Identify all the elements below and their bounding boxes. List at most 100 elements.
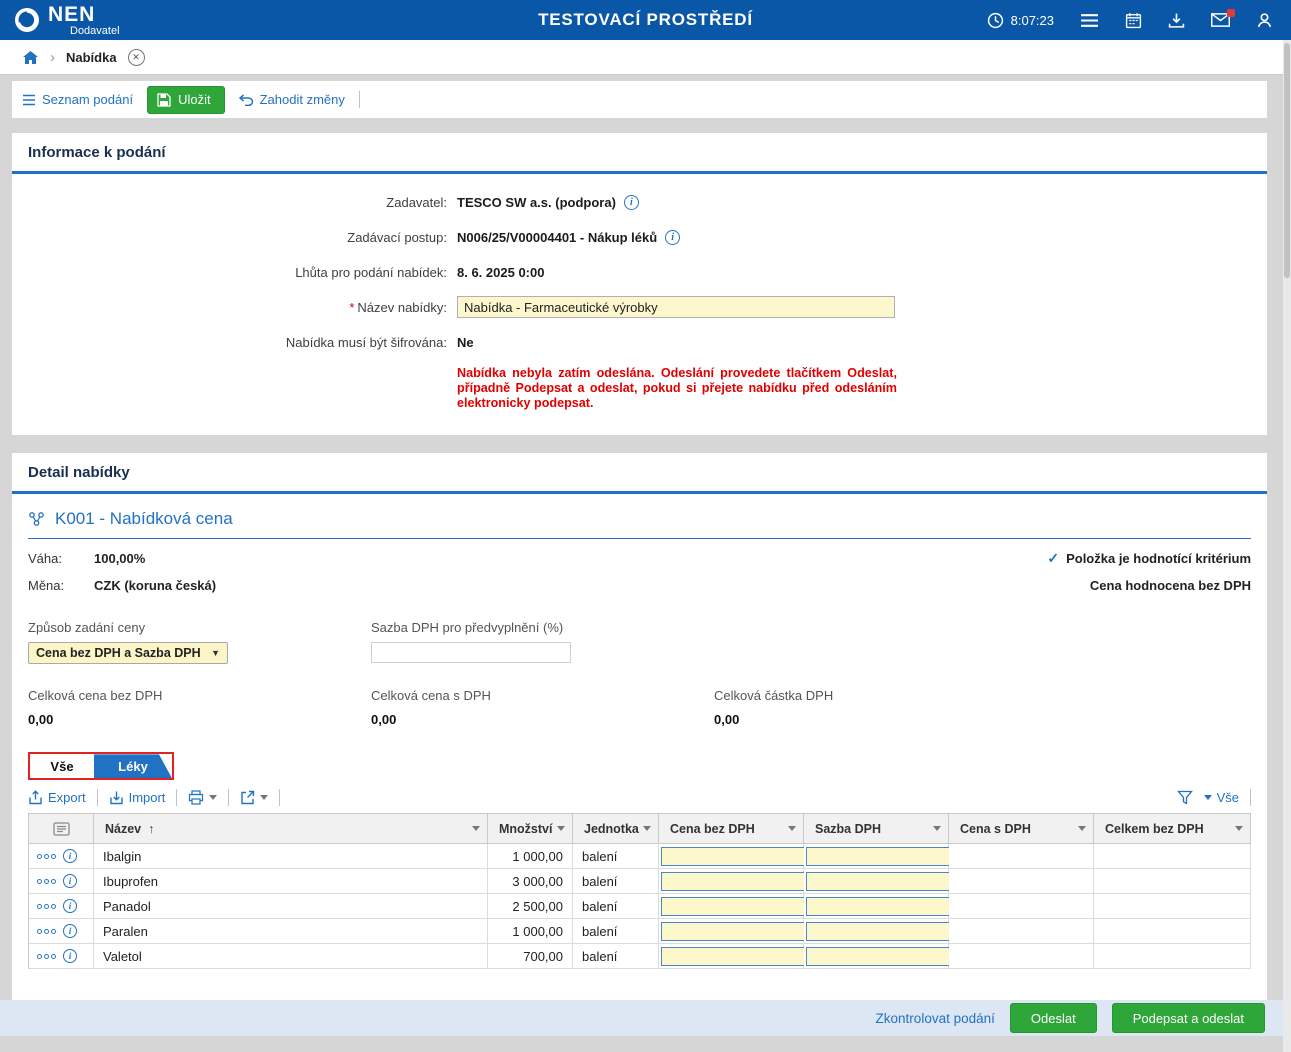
download-icon[interactable] — [1168, 12, 1185, 29]
cell-cena-s-dph — [949, 894, 1094, 919]
import-button[interactable]: Import — [109, 790, 166, 805]
column-header-cena-s-dph[interactable]: Cena s DPH — [949, 814, 1094, 844]
field-value: TESCO SW a.s. (podpora) — [457, 195, 616, 210]
cell-mnozstvi: 1 000,00 — [488, 919, 573, 944]
row-menu-icon[interactable] — [37, 854, 56, 859]
vat-prefill-input[interactable] — [371, 642, 571, 663]
column-header-cena-bez-dph[interactable]: Cena bez DPH — [659, 814, 804, 844]
nen-logo[interactable]: NEN Dodavatel — [14, 4, 120, 37]
undo-icon — [239, 94, 254, 106]
tab-vse[interactable]: Vše — [30, 754, 94, 778]
tab-leky[interactable]: Léky — [94, 754, 172, 778]
column-header-jednotka[interactable]: Jednotka — [573, 814, 659, 844]
row-info-icon[interactable]: i — [63, 899, 77, 913]
column-header-nazev[interactable]: Název ↑ — [94, 814, 488, 844]
info-icon[interactable]: i — [665, 230, 680, 245]
action-toolbar: Seznam podání Uložit Zahodit změny — [12, 81, 1267, 118]
cell-nazev: Ibalgin — [94, 844, 488, 869]
row-menu-icon[interactable] — [37, 879, 56, 884]
divider — [279, 789, 280, 806]
top-bar: NEN Dodavatel TESTOVACÍ PROSTŘEDÍ 8:07:2… — [0, 0, 1291, 40]
divider — [1250, 789, 1251, 806]
criterion-header: K001 - Nabídková cena — [12, 494, 1267, 538]
field-nazev-nabidky: *Název nabídky: — [12, 296, 1267, 318]
column-chooser[interactable] — [29, 814, 94, 844]
field-label: Nabídka musí být šifrována: — [12, 335, 457, 350]
offer-name-input[interactable] — [457, 296, 895, 318]
filter-chevron-icon[interactable] — [933, 826, 941, 831]
print-button[interactable] — [188, 790, 217, 805]
row-tools: i — [29, 919, 94, 944]
info-icon[interactable]: i — [624, 195, 639, 210]
send-button[interactable]: Odeslat — [1010, 1003, 1097, 1033]
save-icon — [157, 93, 171, 107]
check-submission-link[interactable]: Zkontrolovat podání — [876, 1011, 995, 1026]
seznam-podani-button[interactable]: Seznam podání — [22, 92, 133, 107]
chevron-down-icon — [209, 795, 217, 800]
view-filter-dropdown[interactable]: Vše — [1204, 790, 1239, 805]
row-info-icon[interactable]: i — [63, 924, 77, 938]
cell-cena-s-dph — [949, 869, 1094, 894]
cell-jednotka: balení — [573, 894, 659, 919]
share-icon — [240, 790, 255, 805]
filter-chevron-icon[interactable] — [1078, 826, 1086, 831]
footer-action-bar: Zkontrolovat podání Odeslat Podepsat a o… — [0, 1000, 1283, 1036]
column-chooser-icon — [53, 822, 70, 836]
filter-chevron-icon[interactable] — [788, 826, 796, 831]
cell-celkem — [1094, 919, 1251, 944]
brand-name: NEN — [48, 4, 120, 25]
row-info-icon[interactable]: i — [63, 949, 77, 963]
filter-chevron-icon[interactable] — [472, 826, 480, 831]
home-icon[interactable] — [22, 50, 39, 65]
cell-nazev: Valetol — [94, 944, 488, 969]
breadcrumb: › Nabídka ✕ — [0, 40, 1291, 75]
export-button[interactable]: Export — [28, 790, 86, 805]
filter-chevron-icon[interactable] — [1235, 826, 1243, 831]
calendar-icon[interactable] — [1125, 12, 1142, 29]
row-info-icon[interactable]: i — [63, 874, 77, 888]
row-info-icon[interactable]: i — [63, 849, 77, 863]
column-header-mnozstvi[interactable]: Množství — [488, 814, 573, 844]
cell-celkem — [1094, 944, 1251, 969]
not-sent-warning: Nabídka nebyla zatím odeslána. Odeslání … — [457, 366, 897, 411]
criterion-underline — [28, 538, 1251, 539]
sign-and-send-button[interactable]: Podepsat a odeslat — [1112, 1003, 1265, 1033]
filter-button[interactable] — [1177, 790, 1193, 805]
field-zadavaci-postup: Zadávací postup: N006/25/V00004401 - Nák… — [12, 226, 1267, 248]
filter-chevron-icon[interactable] — [557, 826, 565, 831]
cell-cena-s-dph — [949, 919, 1094, 944]
row-menu-icon[interactable] — [37, 929, 56, 934]
nen-logo-icon — [14, 7, 40, 33]
cell-jednotka: balení — [573, 869, 659, 894]
cell-mnozstvi: 3 000,00 — [488, 869, 573, 894]
mail-badge — [1227, 9, 1235, 17]
field-label: *Název nabídky: — [12, 300, 457, 315]
total-vat-amount: Celková částka DPH 0,00 — [714, 688, 1057, 727]
menu-icon[interactable] — [1080, 13, 1099, 28]
mail-icon[interactable] — [1211, 13, 1230, 27]
row-menu-icon[interactable] — [37, 904, 56, 909]
field-label: Zadavatel: — [12, 195, 457, 210]
weight-label: Váha: — [28, 551, 94, 566]
column-header-sazba-dph[interactable]: Sazba DPH — [804, 814, 949, 844]
close-tab-icon[interactable]: ✕ — [128, 49, 145, 66]
scrollbar-thumb[interactable] — [1284, 43, 1290, 278]
discard-changes-button[interactable]: Zahodit změny — [239, 92, 345, 107]
printer-icon — [188, 790, 204, 805]
breadcrumb-page: Nabídka — [66, 50, 117, 65]
column-header-celkem-bez-dph[interactable]: Celkem bez DPH — [1094, 814, 1251, 844]
save-button[interactable]: Uložit — [147, 86, 225, 114]
row-menu-icon[interactable] — [37, 954, 56, 959]
detail-section: Detail nabídky K001 - Nabídková cena Váh… — [12, 453, 1267, 1009]
brand-subtitle: Dodavatel — [70, 26, 120, 37]
cell-mnozstvi: 2 500,00 — [488, 894, 573, 919]
price-mode-select[interactable]: Cena bez DPH a Sazba DPH ▼ — [28, 642, 228, 664]
user-icon[interactable] — [1256, 12, 1273, 29]
share-button[interactable] — [240, 790, 268, 805]
funnel-icon — [1177, 790, 1193, 805]
session-clock: 8:07:23 — [987, 12, 1054, 29]
detail-section-title: Detail nabídky — [12, 453, 1267, 491]
currency-label: Měna: — [28, 578, 94, 593]
filter-chevron-icon[interactable] — [643, 826, 651, 831]
cell-jednotka: balení — [573, 919, 659, 944]
